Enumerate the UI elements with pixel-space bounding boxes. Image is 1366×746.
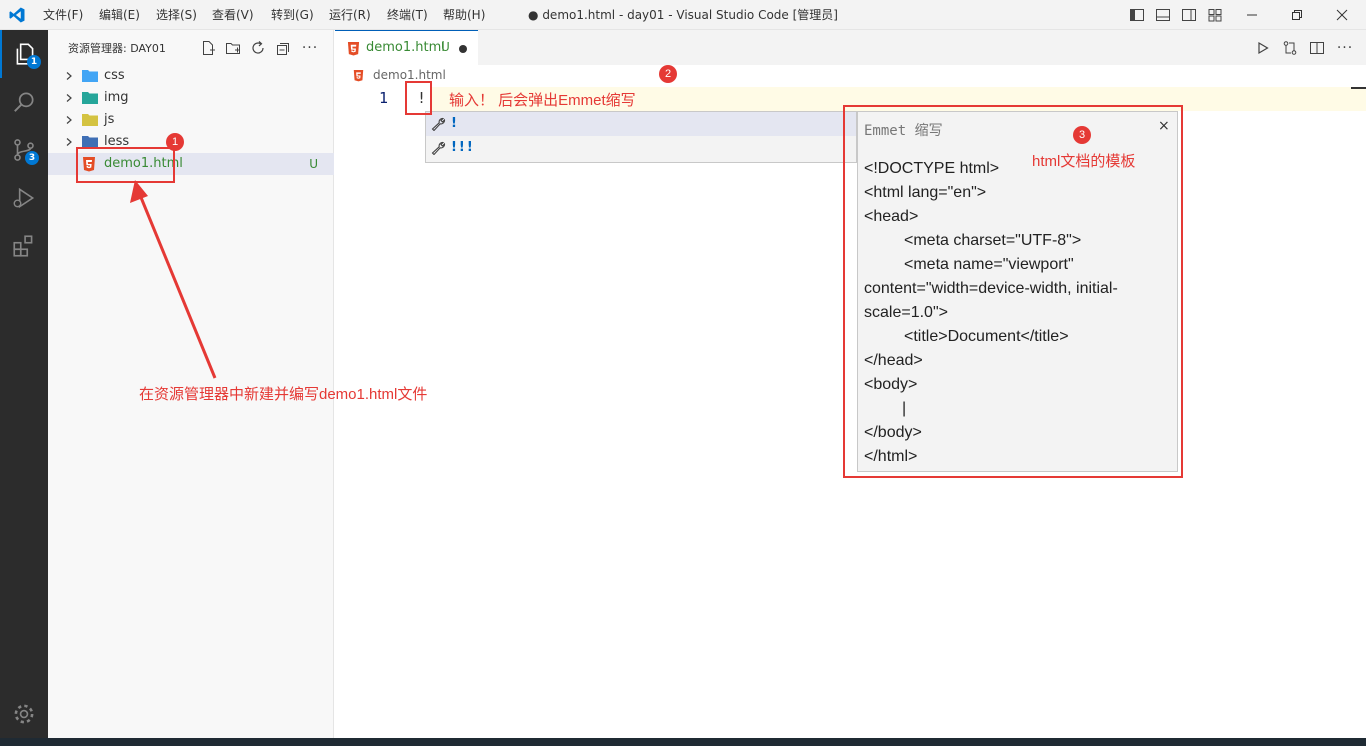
- annotation-arrow: [130, 180, 217, 379]
- taskbar-strip: [0, 738, 1366, 746]
